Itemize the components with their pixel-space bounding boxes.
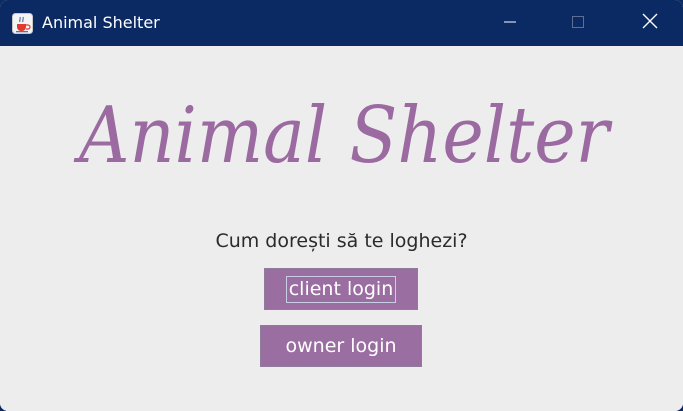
maximize-icon [571,14,585,33]
owner-login-label: owner login [285,335,397,357]
close-button[interactable] [627,0,673,46]
animal-shelter-logo: Animal Shelter [74,91,614,181]
app-window: Animal Shelter Animal Shelter Cum doreșt… [0,0,683,411]
main-panel: Animal Shelter Cum dorești să te loghezi… [0,46,683,411]
minimize-button[interactable] [487,0,533,46]
owner-login-button[interactable]: owner login [260,325,422,367]
client-login-label: client login [285,275,397,303]
close-icon [642,13,658,33]
maximize-button[interactable] [555,0,601,46]
window-title: Animal Shelter [42,13,160,32]
title-bar[interactable]: Animal Shelter [0,0,683,46]
java-cup-icon[interactable] [12,13,33,34]
client-login-button[interactable]: client login [264,268,418,310]
logo-text: Animal Shelter [74,91,614,181]
minimize-icon [503,14,517,33]
login-prompt: Cum dorești să te loghezi? [215,230,468,252]
